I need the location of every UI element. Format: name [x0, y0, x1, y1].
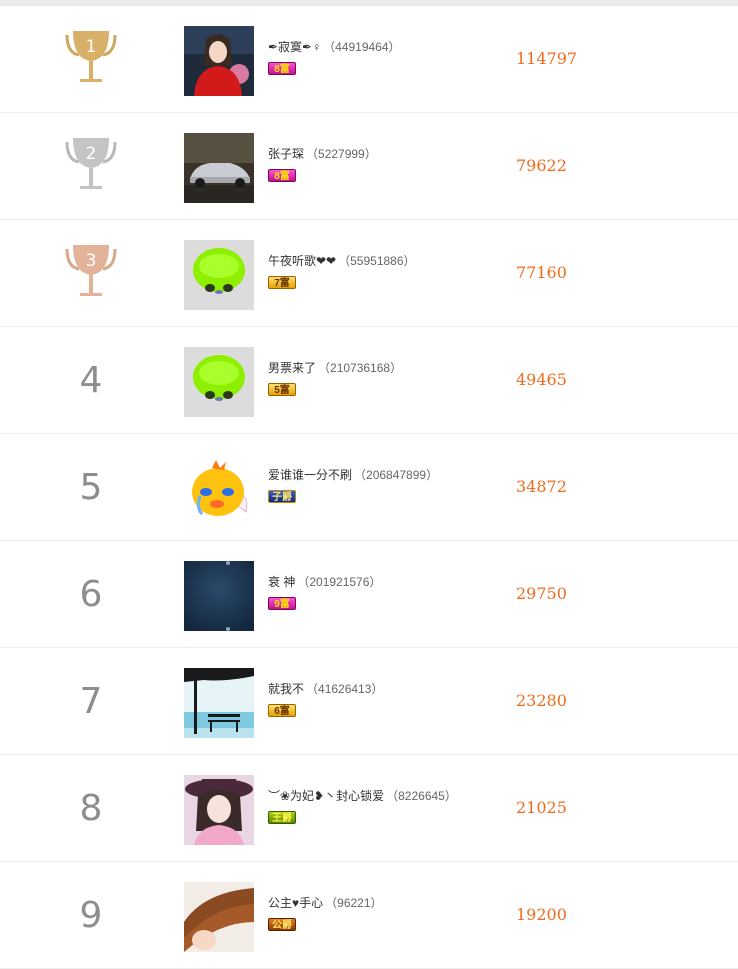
score-value: 34872	[516, 477, 567, 496]
user-name[interactable]: ✒寂寞✒♀ （44919464）	[268, 38, 401, 55]
user-id: （206847899）	[354, 468, 439, 482]
ranking-list: 1 ✒寂寞✒♀ （44919464） 8富 114797 2 张子琛 （5227…	[0, 6, 738, 969]
wealth-level-badge: 9富	[268, 597, 296, 610]
user-name[interactable]: 张子琛 （5227999）	[268, 145, 377, 162]
wealth-level-badge: 8富	[268, 169, 296, 182]
ranking-row[interactable]: 8 ︶❀为妃❥丶封心锁爱 （8226645） 王爵 21025	[0, 755, 738, 862]
user-id: （8226645）	[386, 789, 457, 803]
user-id: （41626413）	[306, 682, 384, 696]
ranking-row[interactable]: 9 公主♥手心 （96221） 公爵 19200	[0, 862, 738, 969]
user-nickname[interactable]: 男票来了	[268, 361, 316, 375]
score-value: 114797	[516, 49, 578, 68]
score-value: 29750	[516, 584, 567, 603]
user-name[interactable]: 爱谁谁一分不刷 （206847899）	[268, 466, 438, 483]
rank-number: 8	[79, 787, 103, 829]
user-nickname[interactable]: ✒寂寞✒♀	[268, 40, 321, 54]
user-nickname[interactable]: 午夜听歌❤❤	[268, 254, 336, 268]
score-value: 79622	[516, 156, 567, 175]
woman-red-coat-avatar[interactable]	[184, 26, 254, 96]
user-id: （5227999）	[306, 147, 377, 161]
rank-number: 6	[79, 573, 103, 615]
user-id: （96221）	[325, 896, 383, 910]
ranking-row[interactable]: 5 爱谁谁一分不刷 （206847899） 子爵 34872	[0, 434, 738, 541]
rank-number: 5	[79, 466, 103, 508]
bronze-trophy-icon: 3	[63, 243, 119, 301]
user-id: （44919464）	[323, 40, 401, 54]
score-value: 19200	[516, 905, 567, 924]
rank-number: 1	[85, 37, 97, 57]
score-value: 77160	[516, 263, 567, 282]
wealth-level-badge: 5富	[268, 383, 296, 396]
silver-trophy-icon: 2	[63, 136, 119, 194]
ranking-row[interactable]: 6 衰 神（201921576） 9富 29750	[0, 541, 738, 648]
noble-rank-badge: 王爵	[268, 811, 296, 824]
rank-number: 4	[79, 359, 103, 401]
user-name[interactable]: 男票来了 （210736168）	[268, 359, 402, 376]
silver-car-avatar[interactable]	[184, 133, 254, 203]
rank-cell: 6	[56, 541, 126, 647]
ranking-row[interactable]: 3 午夜听歌❤❤ （55951886） 7富 77160	[0, 220, 738, 327]
rank-number: 2	[85, 144, 97, 164]
user-nickname[interactable]: 张子琛	[268, 147, 304, 161]
user-name[interactable]: 公主♥手心 （96221）	[268, 894, 383, 911]
noble-rank-badge: 子爵	[268, 490, 296, 503]
wealth-level-badge: 6富	[268, 704, 296, 717]
crying-chick-avatar[interactable]	[184, 454, 254, 524]
rank-cell: 4	[56, 327, 126, 433]
flowing-hair-avatar[interactable]	[184, 882, 254, 952]
score-value: 21025	[516, 798, 567, 817]
rank-cell: 3	[56, 220, 126, 326]
user-name[interactable]: 衰 神（201921576）	[268, 573, 381, 590]
rank-cell: 8	[56, 755, 126, 861]
user-nickname[interactable]: 公主♥手心	[268, 896, 323, 910]
rank-number: 9	[79, 894, 103, 936]
rank-cell: 5	[56, 434, 126, 540]
user-name[interactable]: ︶❀为妃❥丶封心锁爱 （8226645）	[268, 787, 457, 804]
dark-blue-avatar[interactable]	[184, 561, 254, 631]
rank-cell: 1	[56, 6, 126, 112]
user-id: （201921576）	[297, 575, 382, 589]
rank-cell: 9	[56, 862, 126, 968]
noble-rank-badge: 公爵	[268, 918, 296, 931]
user-id: （210736168）	[318, 361, 403, 375]
ranking-row[interactable]: 4 男票来了 （210736168） 5富 49465	[0, 327, 738, 434]
user-nickname[interactable]: 衰 神	[268, 575, 295, 589]
user-name[interactable]: 午夜听歌❤❤ （55951886）	[268, 252, 416, 269]
green-alien-avatar[interactable]	[184, 347, 254, 417]
user-nickname[interactable]: ︶❀为妃❥丶封心锁爱	[268, 789, 384, 803]
user-id: （55951886）	[338, 254, 416, 268]
score-value: 23280	[516, 691, 567, 710]
score-value: 49465	[516, 370, 567, 389]
rank-cell: 2	[56, 113, 126, 219]
ranking-row[interactable]: 2 张子琛 （5227999） 8富 79622	[0, 113, 738, 220]
user-nickname[interactable]: 爱谁谁一分不刷	[268, 468, 352, 482]
gold-trophy-icon: 1	[63, 29, 119, 87]
rank-number: 7	[79, 680, 103, 722]
woman-hat-avatar[interactable]	[184, 775, 254, 845]
green-alien-avatar[interactable]	[184, 240, 254, 310]
user-nickname[interactable]: 就我不	[268, 682, 304, 696]
rank-cell: 7	[56, 648, 126, 754]
user-name[interactable]: 就我不 （41626413）	[268, 680, 383, 697]
ranking-row[interactable]: 7 就我不 （41626413） 6富 23280	[0, 648, 738, 755]
ranking-row[interactable]: 1 ✒寂寞✒♀ （44919464） 8富 114797	[0, 6, 738, 113]
rank-number: 3	[85, 251, 97, 271]
wealth-level-badge: 7富	[268, 276, 296, 289]
tree-bench-avatar[interactable]	[184, 668, 254, 738]
wealth-level-badge: 8富	[268, 62, 296, 75]
